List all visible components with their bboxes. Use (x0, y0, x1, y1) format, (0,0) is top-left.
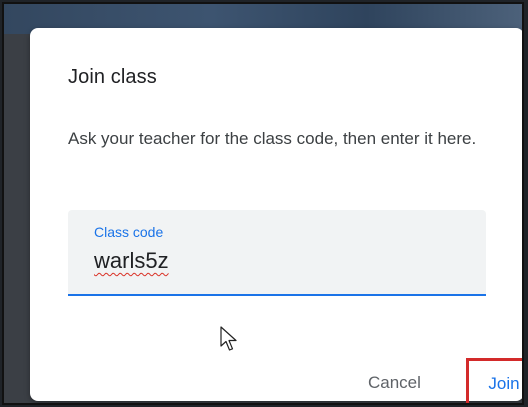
dialog-title: Join class (68, 66, 157, 88)
mouse-pointer-icon (220, 326, 237, 351)
class-code-field[interactable]: Class code warls5z (68, 210, 486, 296)
screenshot-frame: Join class Ask your teacher for the clas… (2, 2, 524, 405)
class-code-input[interactable]: warls5z (94, 248, 169, 274)
cancel-button[interactable]: Cancel (368, 373, 421, 393)
dialog-description: Ask your teacher for the class code, the… (68, 129, 477, 148)
join-class-dialog: Join class Ask your teacher for the clas… (30, 28, 522, 403)
join-button[interactable]: Join (466, 358, 522, 403)
class-code-label: Class code (94, 224, 164, 240)
